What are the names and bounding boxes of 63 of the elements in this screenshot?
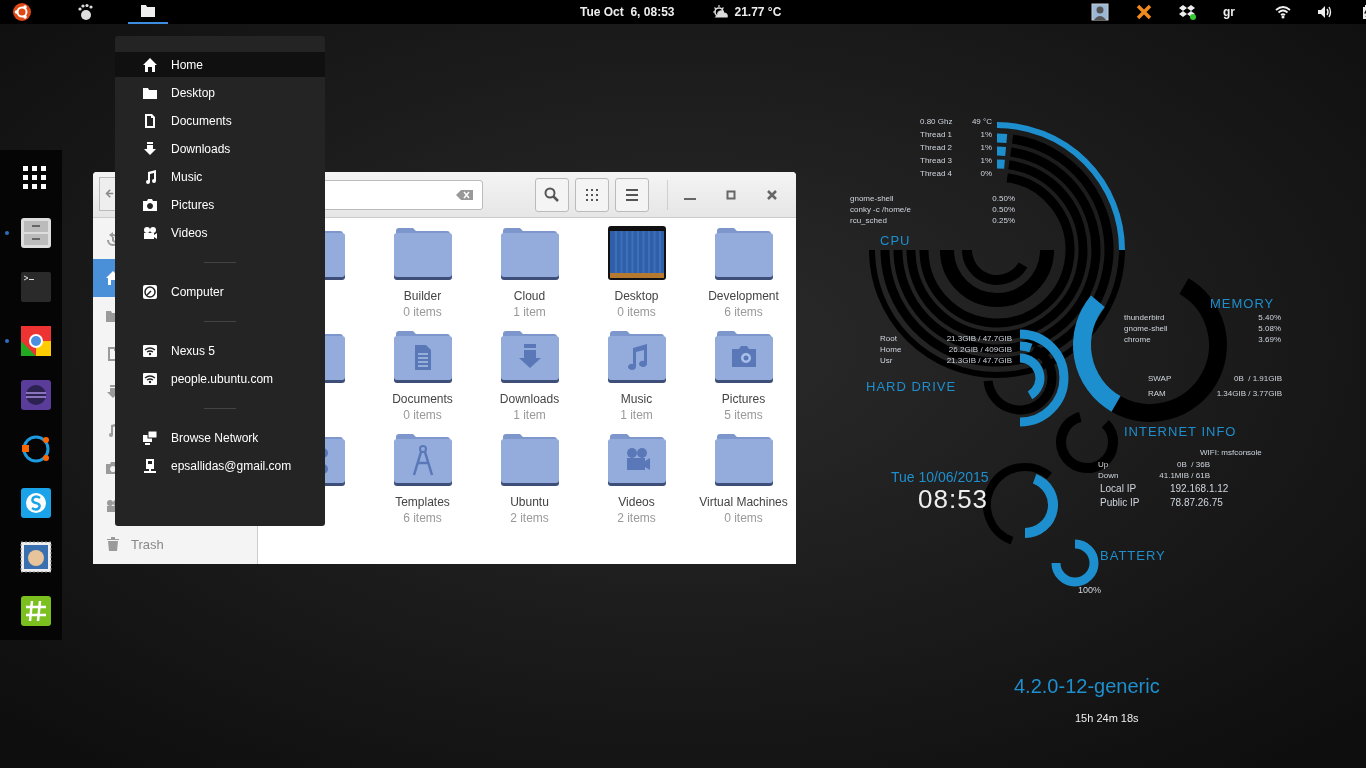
- item-count: 1 item: [620, 407, 653, 423]
- stat-value: 0B / 1.91GIB: [1233, 374, 1282, 385]
- stat-label: Root: [880, 334, 897, 345]
- section-title: BATTERY: [1100, 548, 1166, 563]
- stat-label: 0.80 Ghz: [920, 117, 953, 128]
- battery-percent: 100%: [1078, 585, 1102, 595]
- stat-label: Thread 2: [920, 143, 953, 154]
- item-count: 0 items: [403, 304, 442, 320]
- time-text: 08:53: [918, 484, 989, 515]
- stat-value: 0.50%: [992, 205, 1015, 216]
- item-count: 5 items: [724, 407, 763, 423]
- item-count: 2 items: [510, 510, 549, 526]
- stat-label: RAM: [1148, 389, 1166, 400]
- stat-value: 5.08%: [1258, 324, 1281, 335]
- stat-value: 0%: [980, 169, 992, 180]
- stat-value: 0.25%: [992, 216, 1015, 227]
- stat-label: conky -c /home/e: [850, 205, 911, 216]
- wifi-name-text: WIFI: msfconsole: [1200, 448, 1262, 457]
- stat-label: Home: [880, 345, 902, 356]
- item-count: 6 items: [724, 304, 763, 320]
- stat-value: 1%: [980, 143, 992, 154]
- stat-value: 0B / 36B: [1177, 460, 1210, 471]
- stat-value: 21.3GIB / 47.7GIB: [946, 356, 1012, 367]
- stat-label: Public IP: [1100, 497, 1141, 510]
- item-count: 0 items: [617, 304, 656, 320]
- stat-label: Thread 3: [920, 156, 953, 167]
- section-title: CPU: [880, 233, 911, 248]
- stat-value: 78.87.26.75: [1170, 497, 1223, 510]
- item-count: 0 items: [724, 510, 763, 526]
- stat-label: Local IP: [1100, 483, 1138, 496]
- item-count: 1 item: [513, 304, 546, 320]
- stat-value: 1.34GIB / 3.77GIB: [1216, 389, 1282, 400]
- item-count: 2 items: [617, 510, 656, 526]
- stat-label: Usr: [880, 356, 893, 367]
- date-text: Tue 10/06/2015: [891, 469, 989, 485]
- stat-value: 21.3GIB / 47.7GIB: [946, 334, 1012, 345]
- section-title: INTERNET INFO: [1124, 424, 1237, 439]
- section-title: MEMORY: [1210, 296, 1275, 311]
- stat-value: 192.168.1.12: [1170, 483, 1229, 496]
- stat-value: 0.50%: [992, 194, 1015, 205]
- stat-label: Up: [1098, 460, 1109, 471]
- stat-value: 1%: [980, 130, 992, 141]
- stat-value: 3.69%: [1258, 335, 1281, 346]
- item-count: 1 item: [513, 407, 546, 423]
- stat-value: 5.40%: [1258, 313, 1281, 324]
- stat-label: Thread 4: [920, 169, 953, 180]
- stat-value: 1%: [980, 156, 992, 167]
- stat-label: rcu_sched: [850, 216, 887, 227]
- item-count: 0 items: [403, 407, 442, 423]
- stat-value: 41.1MIB / 61B: [1159, 471, 1210, 482]
- kernel-version: 4.2.0-12-generic: [1014, 675, 1160, 698]
- stat-label: chrome: [1124, 335, 1151, 346]
- stat-value: 49 °C: [971, 117, 992, 128]
- stat-label: Down: [1098, 471, 1119, 482]
- item-count: 6 items: [403, 510, 442, 526]
- uptime-text: 15h 24m 18s: [1075, 712, 1139, 724]
- stat-label: gnome-shell: [850, 194, 894, 205]
- stat-value: 26.2GIB / 409GIB: [948, 345, 1012, 356]
- section-title: HARD DRIVE: [866, 379, 957, 394]
- stat-label: SWAP: [1148, 374, 1172, 385]
- stat-label: thunderbird: [1124, 313, 1165, 324]
- stat-label: Thread 1: [920, 130, 953, 141]
- stat-label: gnome-shell: [1124, 324, 1168, 335]
